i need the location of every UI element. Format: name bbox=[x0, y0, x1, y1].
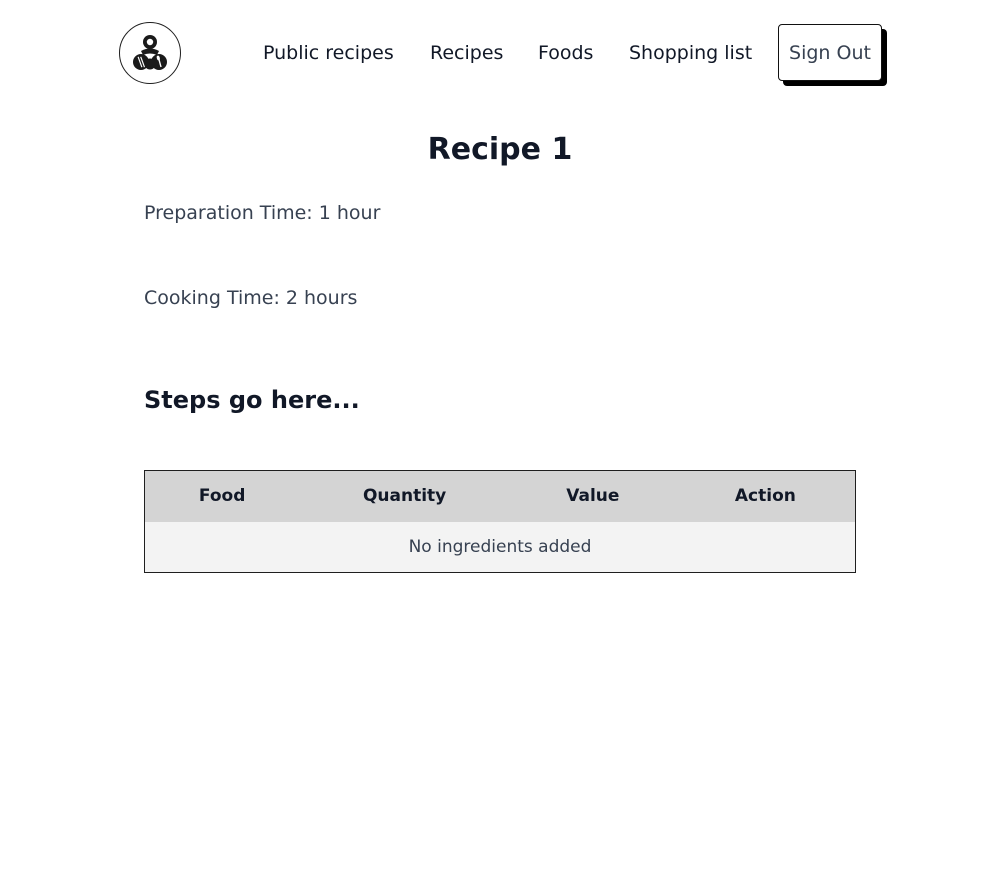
column-header-action: Action bbox=[675, 470, 856, 522]
chef-utensils-logo-icon[interactable] bbox=[119, 22, 181, 84]
table-header-row: Food Quantity Value Action bbox=[144, 470, 856, 522]
top-navigation-bar: Public recipes Recipes Foods Shopping li… bbox=[0, 0, 1000, 106]
column-header-food: Food bbox=[144, 470, 300, 522]
chef-utensils-logo-icon-graphic bbox=[133, 35, 167, 70]
recipe-steps: Steps go here... bbox=[144, 386, 360, 414]
nav-link-foods[interactable]: Foods bbox=[538, 38, 593, 68]
nav-link-public-recipes[interactable]: Public recipes bbox=[263, 38, 394, 68]
column-header-value: Value bbox=[509, 470, 676, 522]
recipe-title: Recipe 1 bbox=[427, 132, 573, 167]
empty-ingredients-message: No ingredients added bbox=[144, 521, 856, 573]
cooking-time: Cooking Time: 2 hours bbox=[144, 287, 358, 309]
column-header-quantity: Quantity bbox=[299, 470, 510, 522]
nav-link-recipes[interactable]: Recipes bbox=[430, 38, 503, 68]
recipe-page: Public recipes Recipes Foods Shopping li… bbox=[0, 0, 1000, 875]
preparation-time: Preparation Time: 1 hour bbox=[144, 202, 381, 224]
table-row: No ingredients added bbox=[144, 521, 856, 573]
sign-out-button[interactable]: Sign Out bbox=[778, 24, 882, 81]
ingredients-table: Food Quantity Value Action No ingredient… bbox=[144, 470, 856, 573]
nav-link-shopping-list[interactable]: Shopping list bbox=[629, 38, 752, 68]
